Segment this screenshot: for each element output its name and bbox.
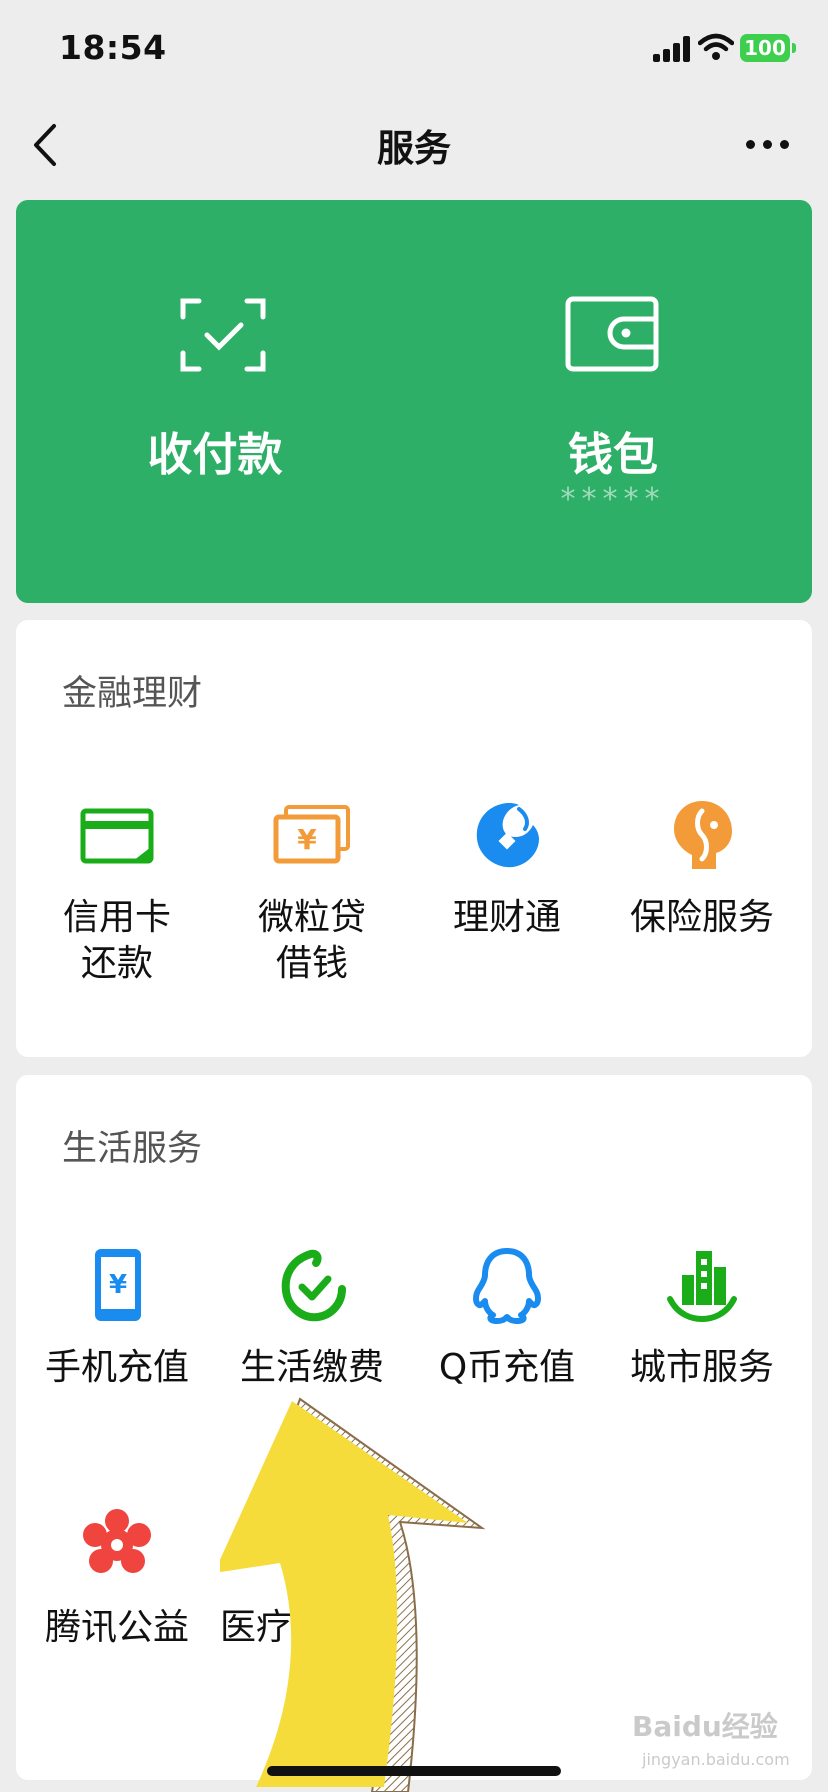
signal-icon [653, 36, 693, 62]
page-title: 服务 [377, 127, 451, 170]
wifi-icon [698, 33, 734, 60]
wallet-icon [565, 296, 659, 372]
grid-label: 手机充值 [44, 1347, 189, 1388]
utility-payment-icon [281, 1249, 346, 1322]
grid-label: Q币充值 [438, 1347, 576, 1388]
credit-card-icon [80, 808, 154, 864]
wallet-button[interactable]: 钱包 ***** [414, 200, 812, 603]
grid-label: 生活缴费 [239, 1347, 384, 1388]
qq-coin-icon [473, 1248, 541, 1324]
scan-pay-icon [180, 298, 266, 372]
watermark-logo: Baidu经验 [632, 1710, 778, 1743]
grid-label: 保险服务 [629, 897, 774, 938]
svg-text:¥: ¥ [109, 1270, 127, 1300]
grid-label: 微粒贷 借钱 [257, 897, 366, 984]
battery-icon: 100 [740, 34, 790, 62]
battery-cap [792, 43, 796, 53]
wallet-label: 钱包 [567, 428, 658, 481]
pay-wallet-card: 收付款 钱包 ***** [16, 200, 812, 603]
insurance-icon [674, 801, 732, 869]
city-service-icon [667, 1251, 737, 1323]
home-indicator[interactable] [267, 1766, 561, 1776]
grid-label: 理财通 [452, 897, 561, 938]
nav-bar: 服务 [0, 100, 828, 190]
svg-text:¥: ¥ [297, 823, 317, 856]
pay-receive-button[interactable]: 收付款 [16, 200, 414, 603]
finance-section: 金融理财 信用卡 还款 ¥ 微粒贷 借钱 理财通 保险服务 [16, 620, 812, 1057]
grid-label: 城市服务 [629, 1347, 774, 1388]
section-title-life: 生活服务 [62, 1129, 203, 1169]
status-time: 18:54 [59, 28, 167, 67]
loan-icon: ¥ [273, 805, 350, 864]
pay-receive-label: 收付款 [147, 428, 283, 481]
wealth-icon [476, 803, 539, 868]
grid-label: 信用卡 还款 [62, 897, 171, 984]
section-title-finance: 金融理财 [62, 674, 203, 714]
phone-topup-icon: ¥ [95, 1249, 141, 1321]
charity-icon [83, 1509, 151, 1573]
more-options-icon[interactable] [740, 130, 796, 160]
status-bar: 18:54 100 [0, 0, 828, 100]
watermark-url: jingyan.baidu.com [642, 1750, 790, 1769]
grid-label: 腾讯公益 [44, 1607, 189, 1648]
annotation-arrow [220, 1397, 486, 1792]
wallet-balance-hidden: ***** [560, 482, 666, 517]
